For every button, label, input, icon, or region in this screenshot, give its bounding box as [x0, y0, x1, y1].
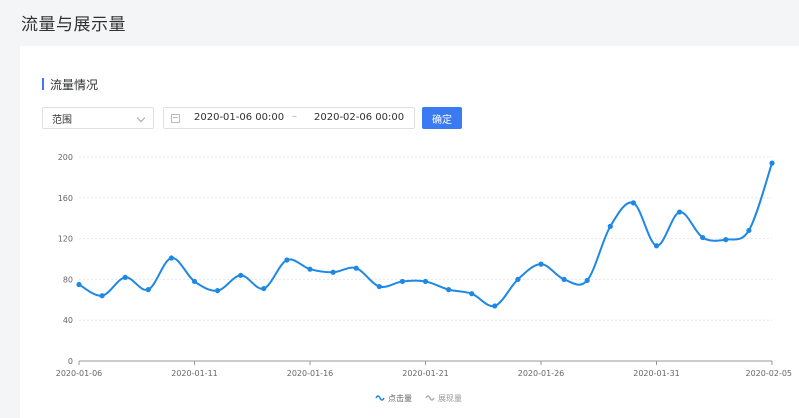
data-point — [677, 209, 683, 215]
data-point — [653, 243, 660, 249]
data-point — [284, 257, 290, 263]
data-point — [215, 288, 221, 294]
data-point — [469, 291, 475, 297]
x-tick-label: 2020-01-11 — [171, 369, 218, 378]
traffic-line-chart: 0 40 80 120 160 200 2020-01-06 2020-01-11 2020-0… — [56, 153, 792, 403]
data-point — [723, 237, 729, 243]
data-point — [261, 285, 267, 292]
x-tick-label: 2020-01-06 — [56, 369, 103, 378]
data-point — [630, 200, 637, 206]
x-tick-label: 2020-01-31 — [633, 369, 680, 378]
data-point — [746, 227, 752, 234]
data-point — [353, 265, 359, 271]
y-tick-label: 120 — [58, 235, 73, 244]
data-point — [191, 278, 198, 285]
data-point — [515, 276, 521, 282]
chart-series — [76, 160, 775, 309]
legend-wave-icon — [375, 395, 385, 401]
y-tick-label: 80 — [63, 275, 73, 284]
data-point — [399, 278, 405, 285]
data-point — [538, 261, 544, 267]
data-point — [99, 293, 105, 299]
data-point — [561, 276, 567, 282]
legend-label: 点击量 — [388, 393, 412, 403]
data-point — [376, 283, 382, 290]
data-point — [238, 272, 244, 278]
data-point — [122, 274, 128, 280]
chart-grid — [79, 156, 772, 321]
data-point — [145, 287, 151, 293]
data-point — [492, 303, 498, 309]
y-tick-label: 0 — [68, 357, 73, 366]
data-point — [76, 281, 82, 288]
data-point — [446, 287, 452, 293]
x-tick-label: 2020-01-21 — [402, 369, 449, 378]
legend-label: 展现量 — [438, 394, 462, 403]
data-point — [607, 223, 613, 229]
data-point — [584, 277, 590, 284]
data-point — [769, 160, 775, 166]
data-point — [700, 234, 706, 241]
data-point — [422, 278, 429, 285]
legend-wave-icon — [425, 395, 435, 401]
x-tick-label: 2020-02-05 — [746, 369, 793, 378]
chart-legend[interactable]: 点击量 展现量 — [375, 393, 462, 403]
chart-axes: 0 40 80 120 160 200 2020-01-06 2020-01-11 2020-0… — [56, 153, 792, 378]
x-tick-label: 2020-01-26 — [518, 369, 565, 378]
x-tick-label: 2020-01-16 — [287, 369, 334, 378]
series-line-clicks — [78, 162, 773, 308]
data-point — [330, 269, 336, 275]
y-tick-label: 200 — [58, 153, 73, 162]
data-point — [307, 266, 313, 272]
y-tick-label: 160 — [58, 194, 73, 203]
y-tick-label: 40 — [63, 316, 73, 325]
data-point — [168, 255, 174, 261]
